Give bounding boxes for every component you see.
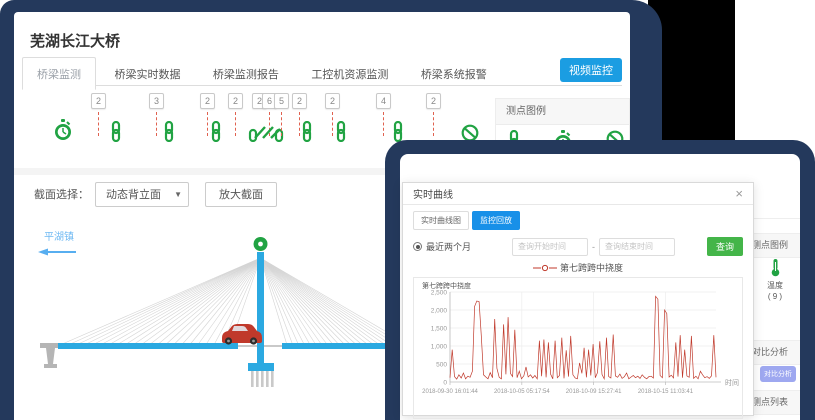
- recent-two-months-radio[interactable]: [413, 242, 422, 251]
- page-title: 芜湖长江大桥: [30, 30, 120, 51]
- section-toolbar: 截面选择： 动态背立面 ▼ 放大截面: [34, 180, 277, 208]
- modal-header: 实时曲线 ×: [403, 183, 753, 205]
- deflection-chart: 第七跨跨中挠度05001,0001,5002,0002,5002018-09-3…: [413, 277, 743, 419]
- bridge-deck-right: [282, 343, 394, 349]
- direction-label: 平湖镇: [44, 230, 74, 243]
- sensor-count-badge: 2: [200, 93, 215, 109]
- sliver-divider: [748, 218, 800, 219]
- sensor-count-badge: 3: [149, 93, 164, 109]
- temperature-count: ( 9 ): [752, 291, 798, 302]
- tower-sensor-icon[interactable]: [254, 237, 268, 251]
- section-select-label: 截面选择：: [34, 186, 89, 202]
- legend-panel-title: 测点图例: [496, 99, 629, 125]
- main-tabbar: 桥梁监测 桥梁实时数据 桥梁监测报告 工控机资源监测 桥梁系统报警: [22, 56, 622, 86]
- svg-text:0: 0: [443, 379, 447, 386]
- legend-marker-icon: [533, 264, 557, 272]
- sensor-count-badge: 2: [292, 93, 307, 109]
- chevron-down-icon: ▼: [174, 190, 182, 199]
- left-arrow-icon: [38, 249, 76, 256]
- sliver-legend-header: 测点图例: [748, 233, 800, 258]
- svg-text:2,000: 2,000: [431, 307, 448, 314]
- temperature-legend-item[interactable]: 温度 ( 9 ): [752, 258, 798, 302]
- foundation-piles: [251, 371, 274, 387]
- bridge-tower: [257, 252, 264, 365]
- chain-icon[interactable]: [163, 121, 175, 147]
- temperature-label: 温度: [752, 280, 798, 291]
- svg-text:1,500: 1,500: [431, 325, 448, 332]
- sensor-dash-line: [156, 112, 157, 136]
- sensor-count-badge: 2: [91, 93, 106, 109]
- sensor-count-badge: 2: [426, 93, 441, 109]
- deflection-series-line: [450, 296, 716, 379]
- sensor-dash-line: [281, 112, 282, 136]
- section-select-dropdown[interactable]: 动态背立面 ▼: [95, 182, 189, 207]
- composite-stage: 芜湖长江大桥 桥梁监测 桥梁实时数据 桥梁监测报告 工控机资源监测 桥梁系统报警…: [0, 0, 815, 420]
- realtime-curve-modal: 实时曲线 × 实时曲线图 监控回放 最近两个月 -: [402, 182, 754, 416]
- sensor-count-badge: 2: [228, 93, 243, 109]
- chart-canvas: 第七跨跨中挠度05001,0001,5002,0002,5002018-09-3…: [414, 278, 743, 416]
- sensor-count-badge: 5: [274, 93, 289, 109]
- zoom-section-button[interactable]: 放大截面: [205, 182, 277, 207]
- query-controls: 最近两个月 - 查询: [413, 237, 743, 256]
- curve-dialog-page: 测点图例 温度 ( 9 ) 对比分析 对比分析 测点列表 实时曲线 × 实时曲线…: [400, 154, 800, 420]
- curve-dialog-window: 测点图例 温度 ( 9 ) 对比分析 对比分析 测点列表 实时曲线 × 实时曲线…: [385, 140, 815, 420]
- tab-monitor-playback[interactable]: 监控回放: [472, 211, 520, 230]
- time-range-inputs: -: [512, 238, 675, 256]
- tab-realtime-curve[interactable]: 实时曲线图: [413, 211, 469, 230]
- chain-icon[interactable]: [335, 121, 347, 147]
- svg-text:时间: 时间: [725, 378, 739, 387]
- query-end-time-input[interactable]: [599, 238, 675, 256]
- sensor-dash-line: [299, 112, 300, 136]
- svg-text:1,000: 1,000: [431, 343, 448, 350]
- sensor-dash-line: [433, 112, 434, 136]
- sensor-dash-line: [383, 112, 384, 136]
- legend-series-label: 第七跨跨中挠度: [560, 261, 623, 274]
- sensor-dash-line: [332, 112, 333, 136]
- modal-title: 实时曲线: [413, 186, 453, 201]
- svg-text:2018-09-30 16:01:44: 2018-09-30 16:01:44: [422, 389, 478, 395]
- chart-legend: 第七跨跨中挠度: [413, 261, 743, 274]
- sensor-dash-line: [207, 112, 208, 136]
- joint-icon[interactable]: [248, 121, 284, 147]
- left-pier: [40, 343, 61, 368]
- chain-icon[interactable]: [210, 121, 222, 147]
- modal-body: 实时曲线图 监控回放 最近两个月 - 查询: [403, 205, 753, 419]
- chain-icon[interactable]: [110, 121, 122, 147]
- car: [222, 324, 262, 345]
- sliver-compare-header: 对比分析: [748, 340, 800, 365]
- sensor-dash-line: [98, 112, 99, 136]
- chain-icon[interactable]: [301, 121, 313, 147]
- section-select-value: 动态背立面: [106, 186, 161, 202]
- svg-text:2018-10-09 15:27:41: 2018-10-09 15:27:41: [566, 389, 622, 395]
- svg-text:2,500: 2,500: [431, 289, 448, 296]
- modal-tabbar: 实时曲线图 监控回放: [413, 211, 743, 230]
- recent-two-months-label: 最近两个月: [426, 240, 471, 253]
- sliver-points-header: 测点列表: [748, 390, 800, 415]
- svg-text:2018-10-05 05:17:54: 2018-10-05 05:17:54: [494, 389, 550, 395]
- sensor-count-badge: 2: [325, 93, 340, 109]
- bridge-deck-left: [58, 343, 238, 349]
- svg-text:2018-10-15 11:03:41: 2018-10-15 11:03:41: [638, 389, 694, 395]
- query-button[interactable]: 查询: [707, 237, 743, 256]
- query-start-time-input[interactable]: [512, 238, 588, 256]
- thermometer-icon: [769, 270, 782, 279]
- compare-analysis-button[interactable]: 对比分析: [760, 366, 796, 382]
- sensor-dash-line: [235, 112, 236, 136]
- svg-text:500: 500: [436, 361, 447, 368]
- stopwatch-icon[interactable]: [54, 119, 72, 147]
- range-separator: -: [592, 242, 595, 252]
- close-icon[interactable]: ×: [735, 187, 743, 200]
- foundation-cap: [248, 363, 274, 371]
- video-monitor-button[interactable]: 视频监控: [560, 58, 622, 82]
- sensor-count-badge: 4: [376, 93, 391, 109]
